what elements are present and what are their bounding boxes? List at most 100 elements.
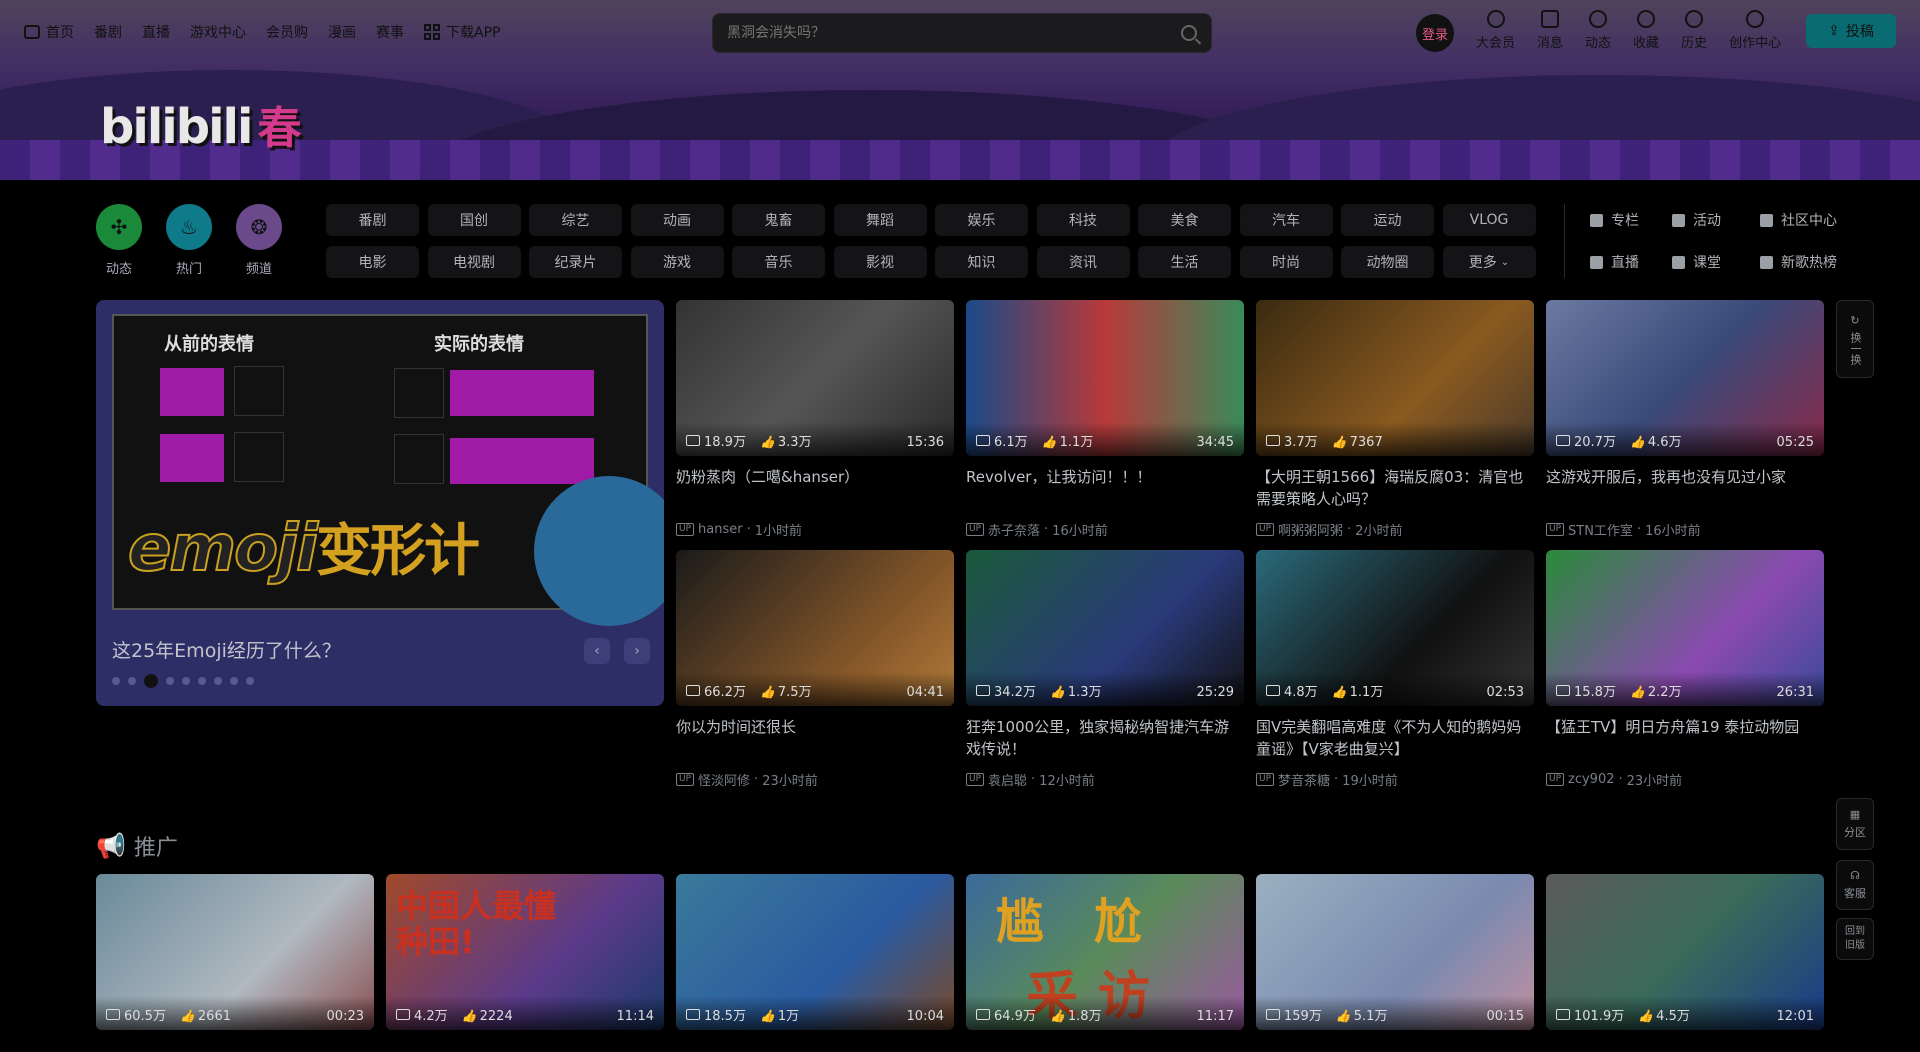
video-card[interactable]: 66.2万 👍 7.5万 04:41 你以为时间还很长 UP 怪淡阿修 · 23小…	[676, 550, 954, 789]
category-item[interactable]: 资讯	[1036, 246, 1130, 278]
nav-bangumi[interactable]: 番剧	[94, 22, 122, 42]
search-input[interactable]	[727, 25, 1181, 41]
bilibili-logo[interactable]: bilibili 春	[100, 92, 301, 156]
nav-creator[interactable]: 创作中心	[1729, 10, 1781, 51]
nav-download-app[interactable]: 下载APP	[424, 22, 500, 42]
nav-messages[interactable]: 消息	[1537, 10, 1563, 51]
video-title[interactable]: 这游戏开服后，我再也没有见过小家	[1546, 466, 1824, 510]
promo-thumbnail[interactable]: 101.9万 👍 4.5万 12:01	[1546, 874, 1824, 1030]
carousel[interactable]: 从前的表情 实际的表情 emoji变形计 这25年Emoji经历了什么？ ‹ ›	[96, 300, 664, 706]
nav-mall[interactable]: 会员购	[266, 22, 308, 42]
old-version-button[interactable]: 回到旧版	[1836, 918, 1874, 960]
category-item[interactable]: 鬼畜	[732, 204, 825, 236]
category-more[interactable]: 更多 ⌄	[1442, 246, 1536, 278]
promo-thumbnail[interactable]: 60.5万 👍 2661 00:23	[96, 874, 374, 1030]
video-card[interactable]: 4.8万 👍 1.1万 02:53 国V完美翻唱高难度《不为人知的鹅妈妈童谣》【V…	[1256, 550, 1534, 789]
video-card[interactable]: 6.1万 👍 1.1万 34:45 Revolver，让我访问！！！ UP 赤子奈…	[966, 300, 1244, 539]
side-live[interactable]: 直播	[1590, 246, 1672, 278]
video-author[interactable]: 赤子奈落	[988, 520, 1040, 539]
category-item[interactable]: 国创	[427, 204, 521, 236]
video-title[interactable]: Revolver，让我访问！！！	[966, 466, 1244, 510]
category-item[interactable]: 影视	[833, 246, 927, 278]
side-hot-songs[interactable]: 新歌热榜	[1760, 246, 1880, 278]
promo-thumbnail[interactable]: 159万 👍 5.1万 00:15	[1256, 874, 1534, 1030]
video-title[interactable]: 国V完美翻唱高难度《不为人知的鹅妈妈童谣》【V家老曲复兴】	[1256, 716, 1534, 760]
side-column[interactable]: 专栏	[1590, 204, 1672, 236]
promo-card[interactable]: 尴尬 采访 64.9万 👍1.8万 11:17	[966, 874, 1244, 1030]
quick-hot[interactable]: ♨ 热门	[166, 204, 212, 277]
category-item[interactable]: 知识	[935, 246, 1028, 278]
video-author[interactable]: 袁启聪	[988, 770, 1027, 789]
category-item[interactable]: 音乐	[732, 246, 825, 278]
carousel-dot[interactable]	[112, 677, 120, 685]
category-item[interactable]: 舞蹈	[833, 204, 927, 236]
carousel-prev-button[interactable]: ‹	[584, 638, 610, 664]
carousel-dot[interactable]	[198, 677, 206, 685]
video-card[interactable]: 3.7万 👍 7367 【大明王朝1566】海瑞反腐03：清官也需要策略人心吗？ …	[1256, 300, 1534, 539]
carousel-dot[interactable]	[128, 677, 136, 685]
login-button[interactable]: 登录	[1416, 14, 1454, 52]
category-item[interactable]: 纪录片	[529, 246, 622, 278]
nav-history[interactable]: 历史	[1681, 10, 1707, 51]
video-thumbnail[interactable]: 66.2万 👍 7.5万 04:41	[676, 550, 954, 706]
category-item[interactable]: 番剧	[326, 204, 419, 236]
category-item[interactable]: 时尚	[1239, 246, 1333, 278]
category-item[interactable]: 游戏	[630, 246, 724, 278]
video-thumbnail[interactable]: 34.2万 👍 1.3万 25:29	[966, 550, 1244, 706]
carousel-next-button[interactable]: ›	[624, 638, 650, 664]
quick-dynamic[interactable]: ✣ 动态	[96, 204, 142, 277]
service-button[interactable]: ☊ 客服	[1836, 860, 1874, 910]
video-author[interactable]: 梦音茶糖	[1278, 770, 1330, 789]
video-author[interactable]: 啊粥粥阿粥	[1278, 520, 1343, 539]
promo-thumbnail[interactable]: 中国人最懂种田! 4.2万 👍 2224 11:14	[386, 874, 664, 1030]
category-item[interactable]: 综艺	[529, 204, 622, 236]
category-item[interactable]: 动物圈	[1341, 246, 1434, 278]
video-thumbnail[interactable]: 3.7万 👍 7367	[1256, 300, 1534, 456]
nav-dynamics[interactable]: 动态	[1585, 10, 1611, 51]
video-card[interactable]: 18.9万 👍 3.3万 15:36 奶粉蒸肉（二噶&hanser） UP han…	[676, 300, 954, 539]
promo-card[interactable]: 60.5万 👍 2661 00:23	[96, 874, 374, 1030]
video-title[interactable]: 【猛王TV】明日方舟篇19 泰拉动物园	[1546, 716, 1824, 760]
nav-live[interactable]: 直播	[142, 22, 170, 42]
video-thumbnail[interactable]: 20.7万 👍 4.6万 05:25	[1546, 300, 1824, 456]
nav-game-center[interactable]: 游戏中心	[190, 22, 246, 42]
video-title[interactable]: 你以为时间还很长	[676, 716, 954, 760]
side-community[interactable]: 社区中心	[1760, 204, 1880, 236]
nav-manga[interactable]: 漫画	[328, 22, 356, 42]
category-item[interactable]: VLOG	[1442, 204, 1536, 236]
carousel-dot[interactable]	[182, 677, 190, 685]
category-item[interactable]: 娱乐	[935, 204, 1028, 236]
video-author[interactable]: zcy902	[1568, 772, 1614, 787]
promo-card[interactable]: 中国人最懂种田! 4.2万 👍 2224 11:14	[386, 874, 664, 1030]
category-item[interactable]: 运动	[1341, 204, 1434, 236]
refresh-button[interactable]: ↻ 换一换	[1836, 300, 1874, 378]
quick-channel[interactable]: ❂ 频道	[236, 204, 282, 277]
nav-vip[interactable]: 大会员	[1476, 10, 1515, 51]
zone-button[interactable]: ▦ 分区	[1836, 798, 1874, 850]
category-item[interactable]: 美食	[1138, 204, 1231, 236]
category-item[interactable]: 动画	[630, 204, 724, 236]
nav-home[interactable]: 首页	[24, 22, 74, 42]
video-title[interactable]: 【大明王朝1566】海瑞反腐03：清官也需要策略人心吗？	[1256, 466, 1534, 510]
video-thumbnail[interactable]: 18.9万 👍 3.3万 15:36	[676, 300, 954, 456]
video-thumbnail[interactable]: 6.1万 👍 1.1万 34:45	[966, 300, 1244, 456]
nav-favorites[interactable]: 收藏	[1633, 10, 1659, 51]
video-author[interactable]: STN工作室	[1568, 520, 1633, 539]
promo-card[interactable]: 18.5万 👍 1万 10:04	[676, 874, 954, 1030]
category-item[interactable]: 电视剧	[427, 246, 521, 278]
promo-card[interactable]: 159万 👍 5.1万 00:15	[1256, 874, 1534, 1030]
video-card[interactable]: 20.7万 👍 4.6万 05:25 这游戏开服后，我再也没有见过小家 UP ST…	[1546, 300, 1824, 539]
video-card[interactable]: 15.8万 👍 2.2万 26:31 【猛王TV】明日方舟篇19 泰拉动物园 UP…	[1546, 550, 1824, 789]
video-title[interactable]: 奶粉蒸肉（二噶&hanser）	[676, 466, 954, 510]
carousel-dot[interactable]	[144, 674, 158, 688]
video-author[interactable]: hanser	[698, 522, 743, 537]
upload-button[interactable]: ⇪ 投稿	[1806, 14, 1896, 48]
side-course[interactable]: 课堂	[1672, 246, 1760, 278]
video-card[interactable]: 34.2万 👍 1.3万 25:29 狂奔1000公里，独家揭秘纳智捷汽车游戏传说…	[966, 550, 1244, 789]
video-title[interactable]: 狂奔1000公里，独家揭秘纳智捷汽车游戏传说！	[966, 716, 1244, 760]
carousel-dot[interactable]	[230, 677, 238, 685]
carousel-image[interactable]: 从前的表情 实际的表情 emoji变形计	[112, 314, 664, 626]
category-item[interactable]: 科技	[1036, 204, 1130, 236]
side-activity[interactable]: 活动	[1672, 204, 1760, 236]
promo-thumbnail[interactable]: 18.5万 👍 1万 10:04	[676, 874, 954, 1030]
